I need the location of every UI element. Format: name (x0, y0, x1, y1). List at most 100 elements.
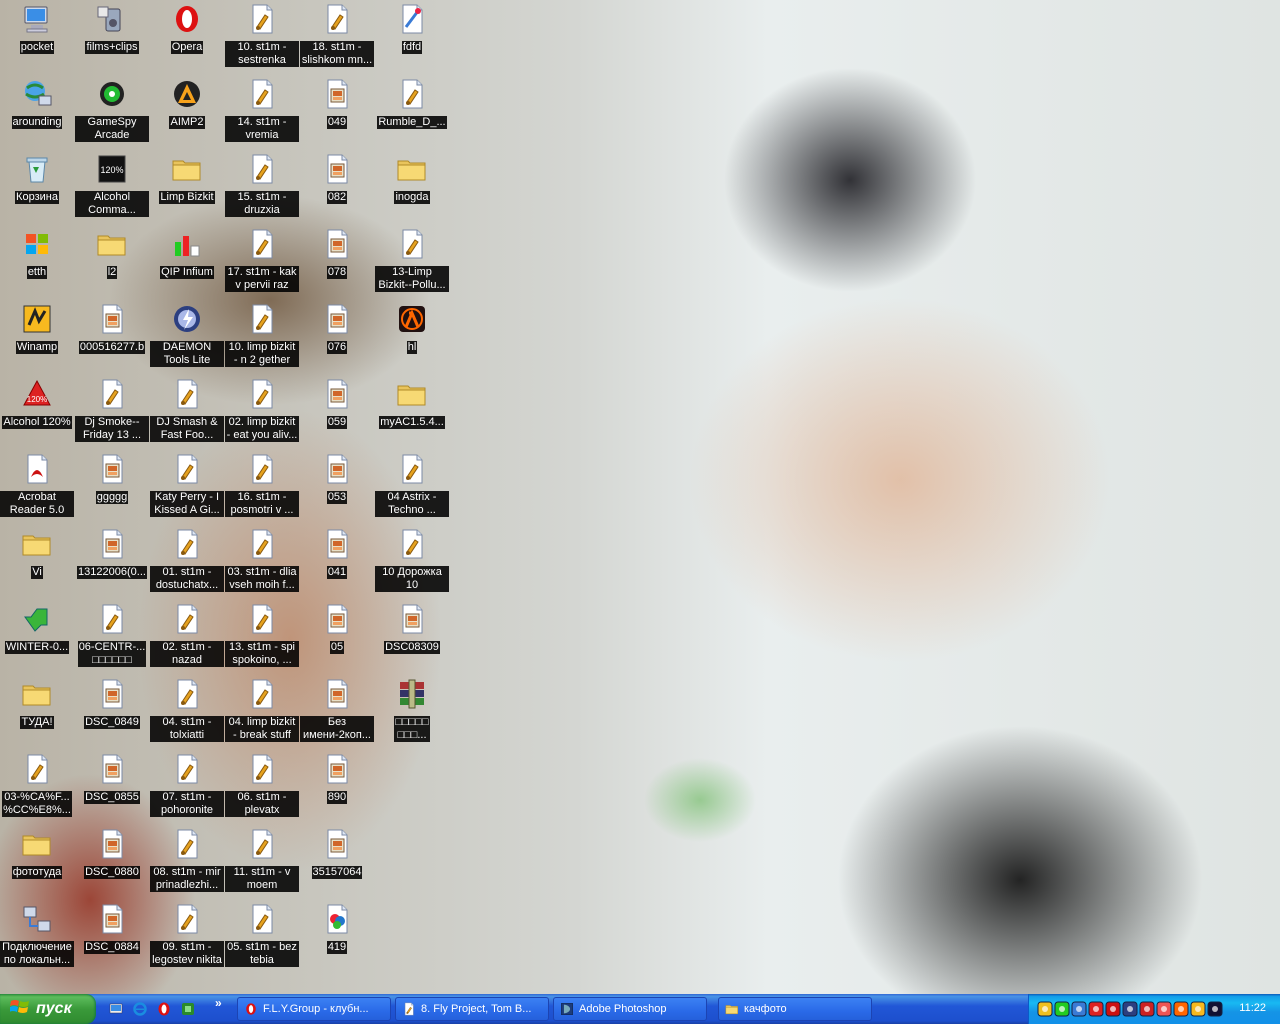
desktop-icon-dsc-0884[interactable]: DSC_0884 (75, 900, 149, 972)
desktop-icon-inogda[interactable]: inogda (375, 150, 449, 222)
desktop-icon-dj-smoke[interactable]: Dj Smoke--Friday 13 ... (75, 375, 149, 447)
desktop-icon-000516277[interactable]: 000516277.b (75, 300, 149, 372)
desktop-icon-dsc-0880[interactable]: DSC_0880 (75, 825, 149, 897)
desktop-icon-fototuda[interactable]: фототуда (0, 825, 74, 897)
desktop-icon-15-st1m-druzxia[interactable]: 15. st1m - druzxia (225, 150, 299, 222)
desktop-icon-03-ca[interactable]: 03-%CA%F... %CC%E8%... (0, 750, 74, 822)
winamp-tray-icon[interactable] (1190, 1001, 1206, 1017)
desktop-icon-katy-perry[interactable]: Katy Perry - I Kissed A Gi... (150, 450, 224, 522)
desktop-icon-10-dorozhka[interactable]: 10 Дорожка 10 (375, 525, 449, 597)
desktop-icon-pocket[interactable]: pocket (0, 0, 74, 72)
desktop-icon-10-st1m-sestrenka[interactable]: 10. st1m - sestrenka (225, 0, 299, 72)
desktop-icon-13-st1m-spi[interactable]: 13. st1m - spi spokoino, ... (225, 600, 299, 672)
desktop-icon-films-clips[interactable]: films+clips (75, 0, 149, 72)
desktop-icon-dsc-0855[interactable]: DSC_0855 (75, 750, 149, 822)
desktop-icon-qip-infium[interactable]: QIP Infium (150, 225, 224, 297)
desktop-icon-alcohol-120[interactable]: 120% Alcohol 120% (0, 375, 74, 447)
desktop-icon-059[interactable]: 059 (300, 375, 374, 447)
desktop-icon-vi[interactable]: Vi (0, 525, 74, 597)
desktop-icon-14-st1m-vremia[interactable]: 14. st1m - vremia (225, 75, 299, 147)
task-opera-fly-group[interactable]: F.L.Y.Group - клубн... (237, 997, 391, 1021)
desktop-icon-daemon-tools[interactable]: DAEMON Tools Lite (150, 300, 224, 372)
desktop-icon-bez-imeni[interactable]: Без имени-2коп... (300, 675, 374, 747)
desktop-icon-tuda[interactable]: ТУДА! (0, 675, 74, 747)
antivirus-icon[interactable] (1156, 1001, 1172, 1017)
desktop-icon-opera[interactable]: Opera (150, 0, 224, 72)
desktop-icon-etth[interactable]: etth (0, 225, 74, 297)
shield-icon[interactable] (1037, 1001, 1053, 1017)
task-kachfoto[interactable]: качфото (718, 997, 872, 1021)
clock[interactable]: 11:22 (1239, 1002, 1266, 1014)
desktop-icon-18-st1m-slishkom[interactable]: 18. st1m - slishkom mn... (300, 0, 374, 72)
desktop-icon-419[interactable]: 419 (300, 900, 374, 972)
alcohol-tray-icon[interactable] (1088, 1001, 1104, 1017)
desktop-icon-13122006[interactable]: 13122006(0... (75, 525, 149, 597)
start-button[interactable]: пуск (0, 994, 96, 1024)
desktop-icon-09-st1m-legostev[interactable]: 09. st1m - legostev nikita (150, 900, 224, 972)
desktop-icon-gamespy[interactable]: GameSpy Arcade (75, 75, 149, 147)
qip-tray-icon[interactable] (1054, 1001, 1070, 1017)
desktop-icon-17-st1m-kak[interactable]: 17. st1m - kak v pervii raz (225, 225, 299, 297)
desktop-icon-05[interactable]: 05 (300, 600, 374, 672)
desktop-icon-winter[interactable]: WINTER-0... (0, 600, 74, 672)
mp3-file-icon (171, 678, 203, 710)
task-fly-project[interactable]: 8. Fly Project, Tom B... (395, 997, 549, 1021)
desktop-icon-05-st1m-bez-tebia[interactable]: 05. st1m - bez tebia (225, 900, 299, 972)
desktop-icon-11-st1m-v-moem[interactable]: 11. st1m - v moem kvartale (225, 825, 299, 897)
desktop-icon-winamp[interactable]: Winamp (0, 300, 74, 372)
desktop-icon-06-centr[interactable]: 06-CENTR-... □□□□□□ (75, 600, 149, 672)
desktop-icon-078[interactable]: 078 (300, 225, 374, 297)
desktop-icon-890[interactable]: 890 (300, 750, 374, 822)
aimp-tray-icon[interactable] (1207, 1001, 1223, 1017)
desktop-icon-dsc08309[interactable]: DSC08309 (375, 600, 449, 672)
qip-icon (171, 228, 203, 260)
desktop-icon-041[interactable]: 041 (300, 525, 374, 597)
desktop-icon-082[interactable]: 082 (300, 150, 374, 222)
ati-icon[interactable] (1105, 1001, 1121, 1017)
desktop-icon-04-st1m-tolxiatti[interactable]: 04. st1m - tolxiatti (150, 675, 224, 747)
desktop-icon-aimp2[interactable]: AIMP2 (150, 75, 224, 147)
desktop-icon-06-st1m-plevatx[interactable]: 06. st1m - plevatx (225, 750, 299, 822)
desktop-icon-13-limp-bizkit[interactable]: 13-Limp Bizkit--Pollu... (375, 225, 449, 297)
desktop-icon-rar-archive[interactable]: □□□□□ □□□... (375, 675, 449, 747)
desktop-icon-arounding[interactable]: arounding (0, 75, 74, 147)
quick-launch-opera[interactable] (156, 1001, 172, 1017)
desktop-icon-recycle-bin[interactable]: Корзина (0, 150, 74, 222)
desktop-icon-hl[interactable]: hl (375, 300, 449, 372)
desktop-icon-dj-smash[interactable]: DJ Smash & Fast Foo... (150, 375, 224, 447)
desktop-icon-16-st1m-posmotri[interactable]: 16. st1m - posmotri v ... (225, 450, 299, 522)
desktop-icon-35157064[interactable]: 35157064 (300, 825, 374, 897)
desktop-icon-l2[interactable]: l2 (75, 225, 149, 297)
desktop-icon-08-st1m-mir[interactable]: 08. st1m - mir prinadlezhi... (150, 825, 224, 897)
desktop-icon-07-st1m-pohoronite[interactable]: 07. st1m - pohoronite (150, 750, 224, 822)
desktop-icon-alcohol-command[interactable]: 120% Alcohol Comma... (75, 150, 149, 222)
halflife-tray-icon[interactable] (1173, 1001, 1189, 1017)
network-icon[interactable] (1071, 1001, 1087, 1017)
desktop-icon-02-limp-bizkit[interactable]: 02. limp bizkit - eat you aliv... (225, 375, 299, 447)
desktop-icon-053[interactable]: 053 (300, 450, 374, 522)
desktop-icon-local-connection[interactable]: Подключение по локальн... (0, 900, 74, 972)
daemon-tray-icon[interactable] (1122, 1001, 1138, 1017)
desktop-icon-04-astrix[interactable]: 04 Astrix - Techno ... (375, 450, 449, 522)
desktop-icon-04-limp-bizkit[interactable]: 04. limp bizkit - break stuff (225, 675, 299, 747)
desktop-icon-fdfd[interactable]: fdfd (375, 0, 449, 72)
quick-launch-chevron[interactable]: » (215, 996, 222, 1010)
desktop-icon-02-st1m-nazad[interactable]: 02. st1m - nazad (150, 600, 224, 672)
desktop-icon-01-st1m-dostuchatx[interactable]: 01. st1m - dostuchatx... (150, 525, 224, 597)
desktop-icon-label: QIP Infium (160, 266, 214, 279)
desktop-icon-limp-bizkit[interactable]: Limp Bizkit (150, 150, 224, 222)
desktop-icon-dsc-0849[interactable]: DSC_0849 (75, 675, 149, 747)
task-adobe-photoshop[interactable]: Adobe Photoshop (553, 997, 707, 1021)
flash-icon[interactable] (1139, 1001, 1155, 1017)
quick-launch-green-app[interactable] (180, 1001, 196, 1017)
desktop-icon-rumble[interactable]: Rumble_D_... (375, 75, 449, 147)
desktop-icon-ggggg[interactable]: ggggg (75, 450, 149, 522)
desktop-icon-10-limp-bizkit[interactable]: 10. limp bizkit - n 2 gether n... (225, 300, 299, 372)
desktop-icon-03-st1m-dlia[interactable]: 03. st1m - dlia vseh moih f... (225, 525, 299, 597)
desktop-icon-myac[interactable]: myAC1.5.4... (375, 375, 449, 447)
desktop-icon-076[interactable]: 076 (300, 300, 374, 372)
desktop-icon-049[interactable]: 049 (300, 75, 374, 147)
quick-launch-ie[interactable] (132, 1001, 148, 1017)
desktop-icon-acrobat[interactable]: Acrobat Reader 5.0 (0, 450, 74, 522)
quick-launch-show-desktop[interactable] (108, 1001, 124, 1017)
